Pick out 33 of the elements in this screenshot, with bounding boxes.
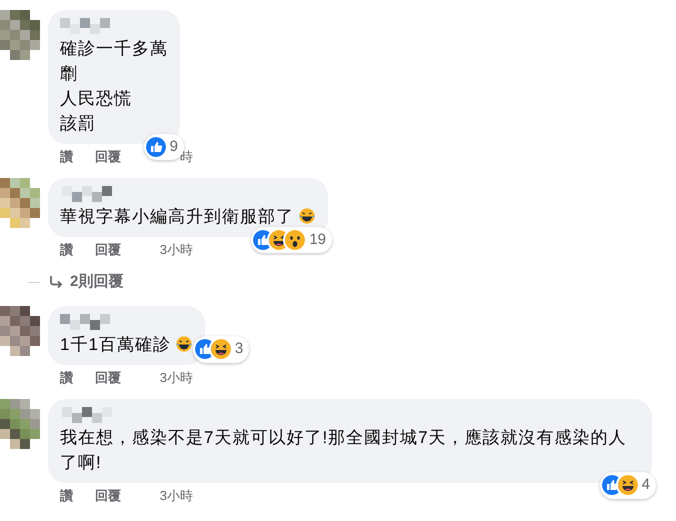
comment-action-link[interactable]: 讚 (60, 368, 73, 386)
reaction-count: 9 (170, 136, 178, 156)
like-icon (146, 136, 166, 157)
comment-action-link[interactable]: 回覆 (95, 486, 121, 504)
comment-text: 劘 (60, 63, 79, 85)
view-replies-link[interactable]: 2則回覆 (70, 271, 124, 294)
reaction-count: 4 (642, 475, 650, 495)
comment-text: 該罰 (60, 113, 97, 135)
reaction-count: 19 (309, 230, 326, 250)
comment-action-link[interactable]: 回覆 (95, 148, 121, 166)
comment-time[interactable]: 3小時 (160, 241, 193, 259)
comment-action-link[interactable]: 讚 (60, 486, 73, 504)
comment-text: 人民恐慌 (60, 88, 133, 110)
comment-action-link[interactable]: 讚 (60, 148, 73, 166)
comment-text: 華視字幕小編高升到衛服部了 (60, 204, 316, 229)
reaction-badge[interactable]: 4 (600, 472, 656, 498)
comment-text: 我在想，感染不是7天就可以好了!那全國封城7天，應該就沒有感染的人了啊! (60, 426, 628, 474)
comment-action-link[interactable]: 讚 (60, 241, 73, 259)
like-icon (602, 475, 622, 496)
laughing-face-icon (618, 475, 638, 496)
reaction-badge[interactable]: 19 (251, 226, 332, 253)
comment-action-link[interactable]: 回覆 (95, 368, 121, 386)
comment-time[interactable]: 3小時 (160, 368, 193, 386)
comment-action-link[interactable]: 回覆 (95, 241, 121, 259)
comment-text: 確診一千多萬 (60, 38, 168, 60)
surprised-face-icon (285, 230, 306, 250)
comment-text: 1千1百萬確診 (60, 332, 193, 356)
reaction-badge[interactable]: 3 (192, 336, 250, 362)
laughing-face-icon (210, 339, 231, 360)
comment-time[interactable]: 3小時 (160, 486, 193, 504)
reply-arrow-icon (48, 274, 64, 290)
like-icon (194, 339, 215, 360)
reaction-count: 3 (234, 339, 244, 359)
